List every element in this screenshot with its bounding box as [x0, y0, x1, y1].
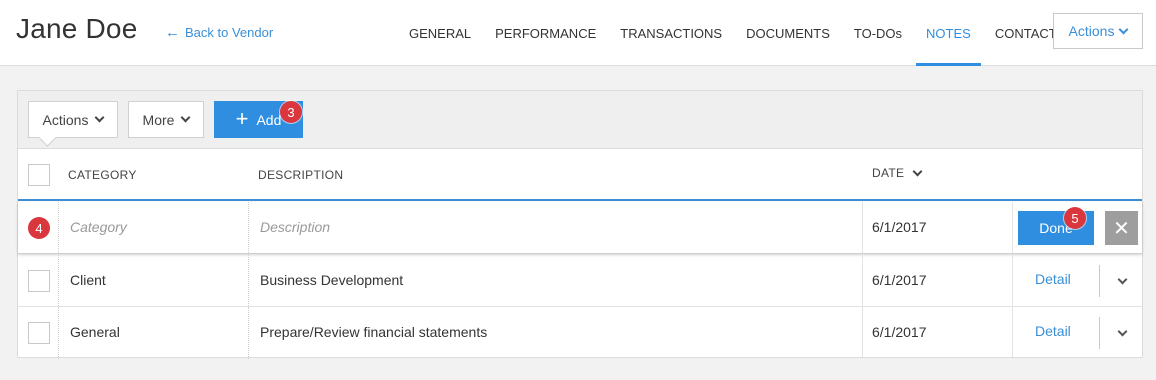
chevron-down-icon [95, 112, 105, 123]
row-category: General [70, 324, 120, 340]
divider [1099, 317, 1100, 349]
row-category: Client [70, 272, 106, 288]
column-header-description: DESCRIPTION [258, 168, 344, 182]
notes-toolbar: Actions More + Add 3 [18, 91, 1142, 149]
row-description: Prepare/Review financial statements [260, 324, 488, 340]
column-header-category: CATEGORY [68, 168, 137, 182]
page-header: Jane Doe ← Back to Vendor GENERAL PERFOR… [0, 0, 1156, 66]
cell-divider [862, 307, 863, 359]
step-badge: 3 [280, 101, 302, 123]
tab-general[interactable]: GENERAL [397, 0, 483, 66]
chevron-down-icon [1117, 274, 1128, 285]
cell-divider [248, 255, 249, 306]
close-icon: ✕ [1113, 217, 1130, 240]
header-actions-label: Actions [1068, 23, 1115, 39]
page-title: Jane Doe [16, 13, 138, 44]
add-button-label: Add [256, 111, 282, 128]
row-description: Business Development [260, 272, 404, 288]
date-input[interactable]: 6/1/2017 [872, 219, 927, 235]
table-header: CATEGORY DESCRIPTION DATE [18, 149, 1142, 201]
tab-notes[interactable]: NOTES [914, 0, 983, 66]
detail-link[interactable]: Detail [1035, 323, 1071, 339]
table-row: General Prepare/Review financial stateme… [18, 307, 1142, 359]
toolbar-actions-label: Actions [42, 111, 89, 128]
tab-nav: GENERAL PERFORMANCE TRANSACTIONS DOCUMEN… [397, 0, 1077, 66]
cell-divider [1012, 255, 1013, 306]
arrow-left-icon: ← [165, 24, 180, 41]
row-date: 6/1/2017 [872, 324, 927, 340]
cancel-edit-button[interactable]: ✕ [1105, 211, 1138, 245]
cell-divider [248, 202, 249, 253]
row-menu-toggle[interactable] [1117, 322, 1128, 338]
header-actions-dropdown[interactable]: Actions [1053, 13, 1143, 49]
select-all-checkbox[interactable] [28, 164, 50, 186]
step-badge: 5 [1064, 207, 1086, 229]
step-badge: 4 [28, 217, 50, 239]
toolbar-actions-dropdown[interactable]: Actions [28, 101, 118, 138]
table-row: Client Business Development 6/1/2017 Det… [18, 255, 1142, 307]
tab-todos[interactable]: TO-DOs [842, 0, 914, 66]
tab-documents[interactable]: DOCUMENTS [734, 0, 842, 66]
row-menu-toggle[interactable] [1117, 270, 1128, 286]
cell-divider [1012, 202, 1013, 253]
cell-divider [58, 202, 59, 253]
back-link-label: Back to Vendor [185, 25, 274, 40]
detail-link[interactable]: Detail [1035, 271, 1071, 287]
row-checkbox[interactable] [28, 270, 50, 292]
date-header-label: DATE [872, 166, 905, 180]
category-input[interactable]: Category [70, 219, 127, 235]
cell-divider [1012, 307, 1013, 359]
description-input[interactable]: Description [260, 219, 330, 235]
chevron-down-icon [181, 112, 191, 123]
chevron-down-icon [1117, 326, 1128, 337]
row-date: 6/1/2017 [872, 272, 927, 288]
cell-divider [862, 255, 863, 306]
tab-performance[interactable]: PERFORMANCE [483, 0, 608, 66]
tab-transactions[interactable]: TRANSACTIONS [608, 0, 734, 66]
notes-panel: Actions More + Add 3 CATEGORY DESCRIPTIO… [17, 90, 1143, 359]
row-checkbox[interactable] [28, 322, 50, 344]
cell-divider [862, 202, 863, 253]
cell-divider [248, 307, 249, 359]
plus-icon: + [235, 105, 249, 131]
back-to-vendor-link[interactable]: ← Back to Vendor [165, 25, 273, 40]
chevron-down-icon [1119, 24, 1129, 34]
new-note-row: 4 Category Description 6/1/2017 Done 5 ✕ [18, 202, 1142, 254]
divider [1099, 265, 1100, 297]
cell-divider [58, 307, 59, 359]
toolbar-more-dropdown[interactable]: More [128, 101, 204, 138]
cell-divider [58, 255, 59, 306]
chevron-down-icon [912, 166, 923, 176]
toolbar-more-label: More [142, 111, 175, 128]
column-header-date[interactable]: DATE [872, 166, 923, 180]
